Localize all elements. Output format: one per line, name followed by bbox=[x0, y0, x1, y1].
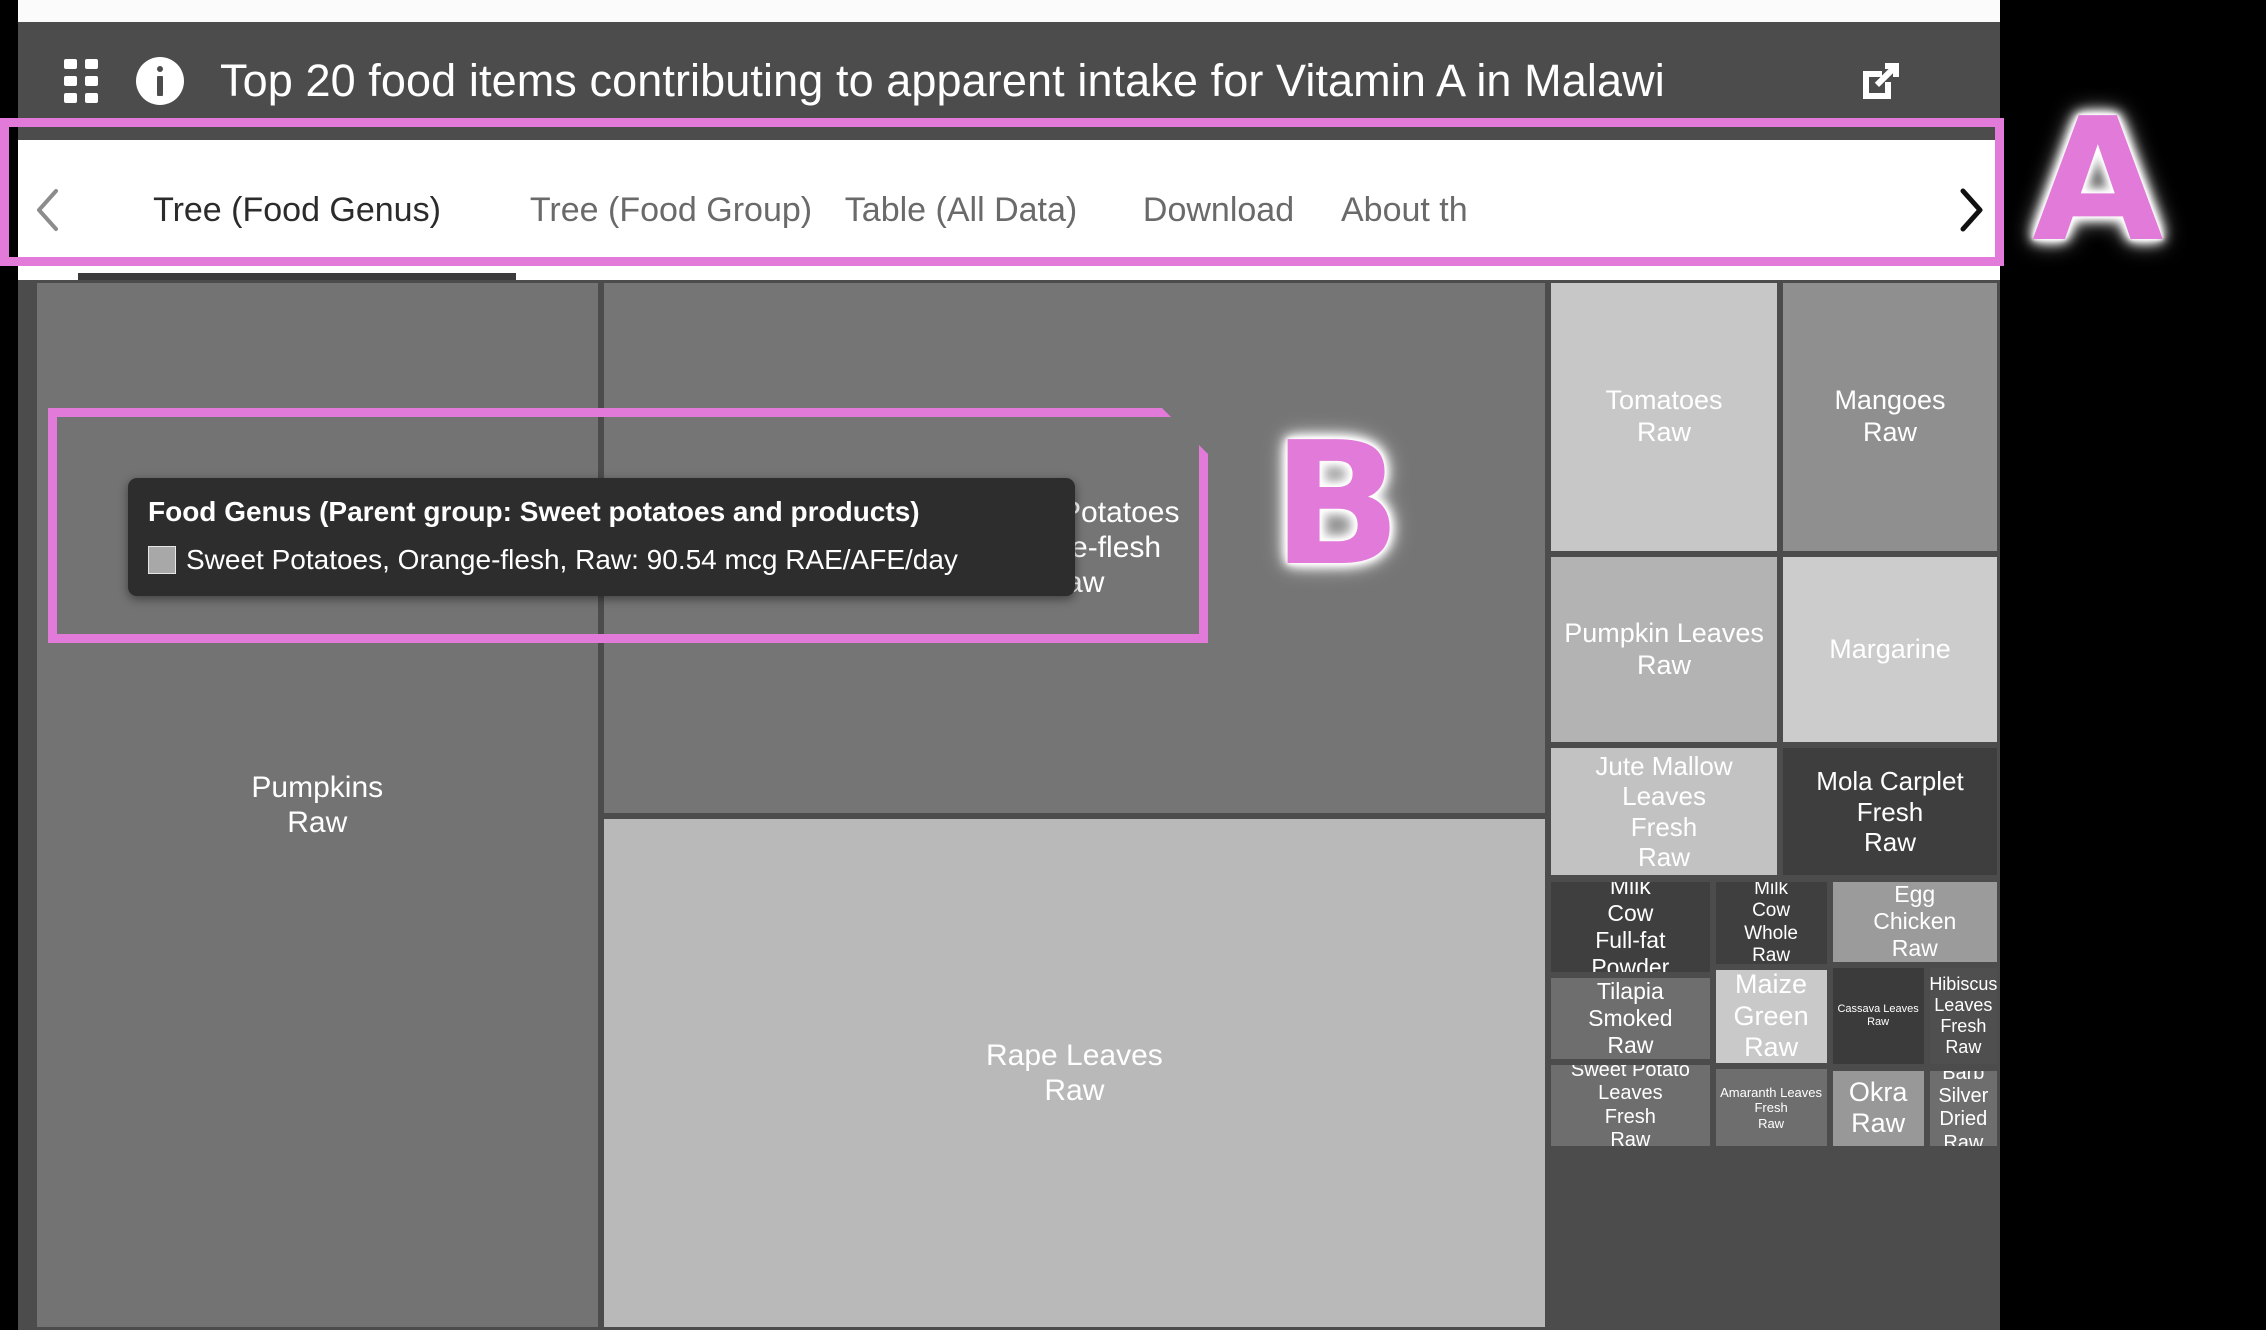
treemap-cell-label: Cassava Leaves Raw bbox=[1837, 1003, 1919, 1029]
treemap-cell[interactable]: Milk Cow Full-fat Powder bbox=[1548, 878, 1713, 976]
treemap-cell-label: Margarine bbox=[1829, 633, 1951, 664]
treemap-cell-label: Pumpkin Leaves Raw bbox=[1564, 618, 1764, 680]
tab-about-the-data[interactable]: About th bbox=[1341, 140, 1541, 280]
tab-tree-food-group[interactable]: Tree (Food Group) bbox=[516, 140, 826, 280]
treemap-cell[interactable]: Okra Raw bbox=[1829, 1067, 1927, 1150]
treemap-cell[interactable]: Egg Chicken Raw bbox=[1829, 878, 2000, 965]
treemap-cell-label: Mangoes Raw bbox=[1834, 385, 1946, 448]
treemap-cell-label: Egg Chicken Raw bbox=[1873, 881, 1957, 961]
tab-label: Table (All Data) bbox=[844, 190, 1078, 229]
treemap-cell[interactable]: Rape Leaves Raw bbox=[600, 815, 1549, 1330]
treemap-cell[interactable]: Pumpkin Leaves Raw bbox=[1548, 554, 1780, 746]
treemap-cell[interactable]: Sweet Potato Leaves Fresh Raw bbox=[1548, 1062, 1713, 1150]
tab-tree-food-genus[interactable]: Tree (Food Genus) bbox=[78, 140, 516, 280]
grid-dots-icon[interactable] bbox=[64, 59, 98, 103]
tab-table-all-data[interactable]: Table (All Data) bbox=[826, 140, 1096, 280]
treemap-cell[interactable]: Amaranth Leaves Fresh Raw bbox=[1712, 1066, 1830, 1150]
tab-label: Download bbox=[1142, 190, 1295, 229]
treemap-cell-label: Sweet Potato Leaves Fresh Raw bbox=[1570, 1062, 1690, 1150]
screenshot-root: Top 20 food items contributing to appare… bbox=[0, 0, 2266, 1330]
treemap-cell-label: Rape Leaves Raw bbox=[986, 1038, 1163, 1107]
tab-label: About th bbox=[1341, 190, 1468, 229]
chevron-left-icon[interactable] bbox=[18, 187, 78, 233]
annotation-label-a: A bbox=[2032, 82, 2164, 280]
treemap-cell-label: Jute Mallow Leaves Fresh Raw bbox=[1595, 751, 1733, 873]
treemap-cell-label: Okra Raw bbox=[1848, 1076, 1908, 1139]
page-title: Top 20 food items contributing to appare… bbox=[220, 55, 1665, 106]
tab-label: Tree (Food Group) bbox=[529, 190, 813, 229]
treemap-cell[interactable]: Margarine bbox=[1779, 554, 2000, 746]
tooltip-value-row: Sweet Potatoes, Orange-flesh, Raw: 90.54… bbox=[148, 544, 1053, 576]
page-background-strip bbox=[18, 0, 2000, 22]
treemap-cell[interactable]: Pumpkins Raw bbox=[33, 280, 601, 1330]
tooltip-title: Food Genus (Parent group: Sweet potatoes… bbox=[148, 496, 920, 527]
tab-strip: Tree (Food Genus) Tree (Food Group) Tabl… bbox=[18, 140, 2000, 280]
treemap-cell[interactable]: Tomatoes Raw bbox=[1548, 280, 1780, 555]
treemap-cell[interactable]: Maize Green Raw bbox=[1712, 966, 1830, 1067]
tab-download[interactable]: Download bbox=[1096, 140, 1341, 280]
tab-label: Tree (Food Genus) bbox=[153, 190, 441, 229]
treemap-cell-label: Maize Green Raw bbox=[1733, 969, 1809, 1063]
chevron-right-icon[interactable] bbox=[1940, 187, 2000, 233]
treemap-cell-label: Hibiscus Leaves Fresh Raw bbox=[1929, 973, 1998, 1058]
treemap-cell-label: Tilapia Smoked Raw bbox=[1588, 978, 1673, 1059]
treemap-cell-label: Mola Carplet Fresh Raw bbox=[1816, 766, 1964, 858]
treemap-cell[interactable]: Barb Silver Dried Raw bbox=[1926, 1067, 2000, 1150]
annotation-label-b: B bbox=[1272, 406, 1402, 604]
treemap-cell[interactable]: Tilapia Smoked Raw bbox=[1548, 975, 1713, 1063]
treemap-cell[interactable]: Mangoes Raw bbox=[1779, 280, 2000, 555]
widget-header: Top 20 food items contributing to appare… bbox=[18, 22, 2000, 140]
treemap-cell[interactable]: Jute Mallow Leaves Fresh Raw bbox=[1548, 745, 1780, 879]
tooltip-color-swatch bbox=[148, 546, 176, 574]
treemap-chart[interactable]: PumpkinsRawSweet PotatoesOrange-fleshRaw… bbox=[18, 280, 2000, 1330]
tab-list: Tree (Food Genus) Tree (Food Group) Tabl… bbox=[78, 140, 1940, 280]
treemap-cell[interactable]: Mola Carplet Fresh Raw bbox=[1779, 745, 2000, 879]
tooltip-value: Sweet Potatoes, Orange-flesh, Raw: 90.54… bbox=[186, 544, 958, 575]
treemap-cell[interactable]: Cassava Leaves Raw bbox=[1829, 964, 1927, 1068]
visualization-widget: Top 20 food items contributing to appare… bbox=[18, 22, 2000, 1330]
info-circle-icon[interactable] bbox=[136, 57, 184, 105]
treemap-cell-label: Barb Silver Dried Raw bbox=[1938, 1067, 1989, 1150]
external-link-icon[interactable] bbox=[1858, 58, 1904, 104]
treemap-cell-label: Tomatoes Raw bbox=[1605, 385, 1723, 448]
treemap-cell-label: Amaranth Leaves Fresh Raw bbox=[1720, 1085, 1823, 1131]
treemap-cell-label: Milk Cow Full-fat Powder bbox=[1591, 878, 1670, 976]
treemap-cell[interactable]: Hibiscus Leaves Fresh Raw bbox=[1926, 964, 2000, 1068]
treemap-cell-label: Pumpkins Raw bbox=[251, 770, 384, 839]
treemap-cell[interactable]: Milk Cow Whole Raw bbox=[1712, 878, 1830, 967]
treemap-tooltip: Food Genus (Parent group: Sweet potatoes… bbox=[128, 478, 1075, 596]
treemap-cell-label: Milk Cow Whole Raw bbox=[1744, 878, 1798, 966]
